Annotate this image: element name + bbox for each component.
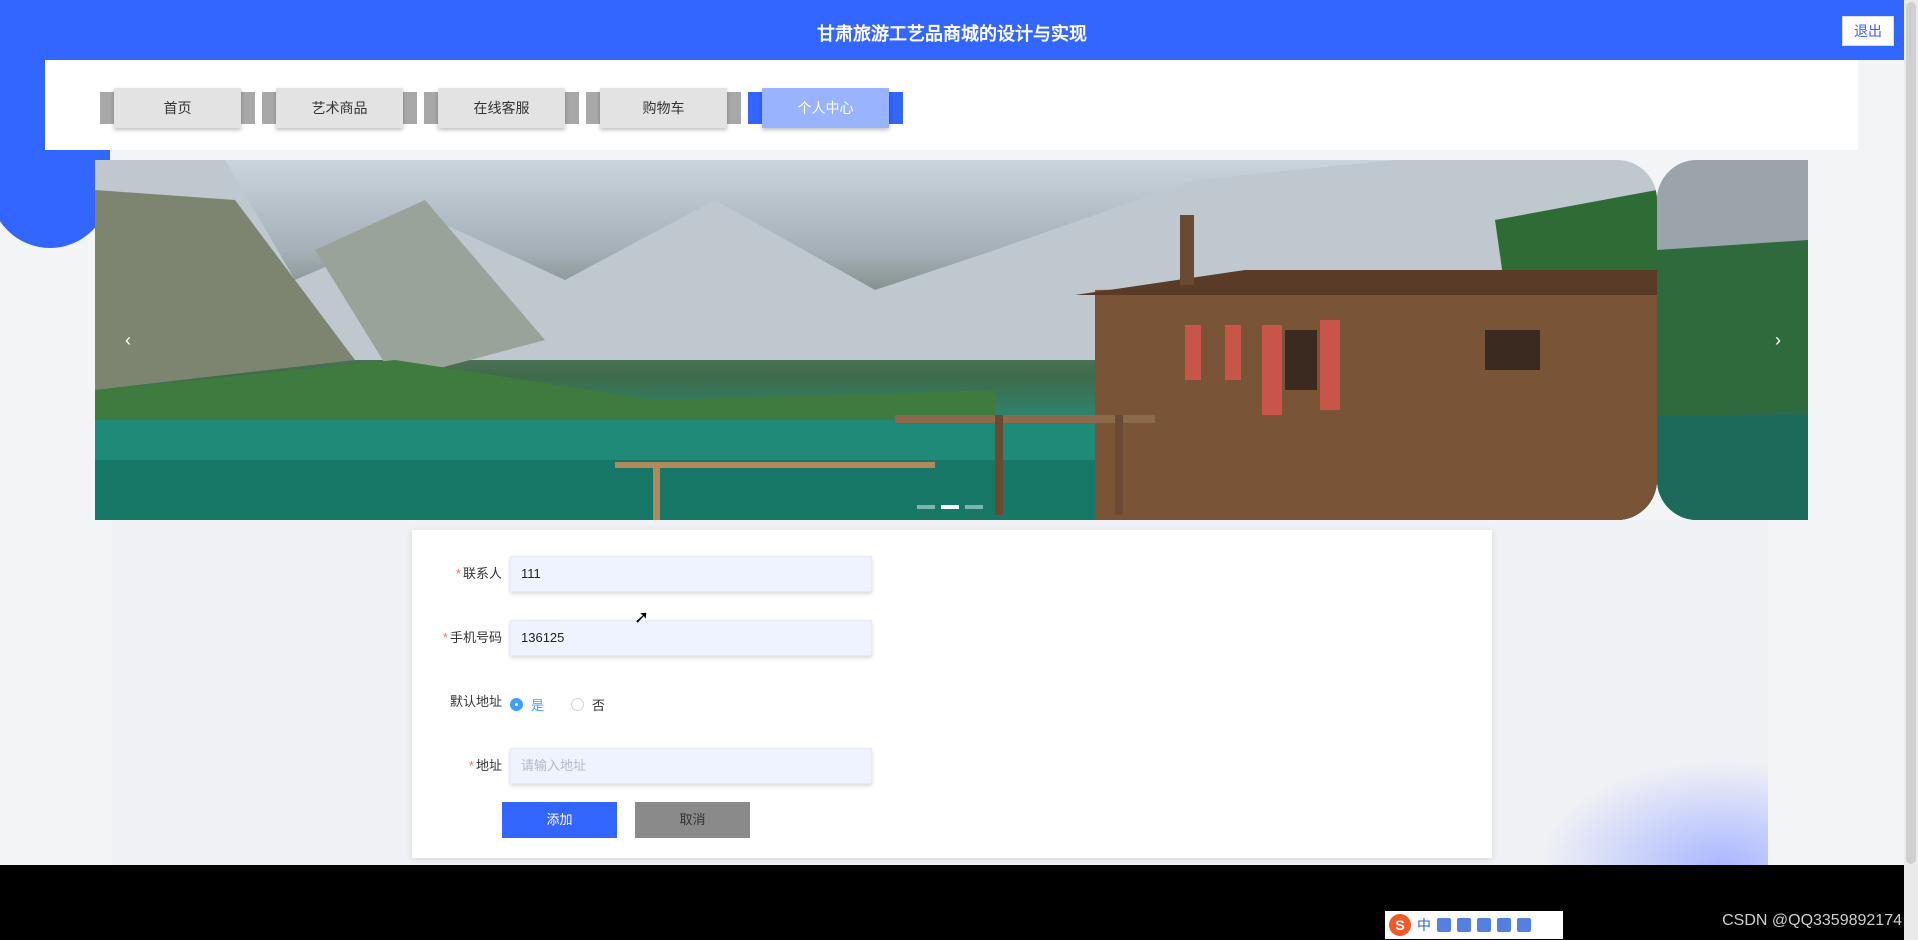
radio-no[interactable]: 否	[571, 695, 605, 714]
toolbox-icon[interactable]	[1517, 918, 1531, 932]
site-title: 甘肃旅游工艺品商城的设计与实现	[817, 24, 1087, 44]
main-nav: 首页 艺术商品 在线客服 购物车 个人中心	[45, 60, 1858, 150]
default-address-row: 默认地址 是 否	[412, 684, 1002, 720]
address-row: * 地址 请输入地址	[412, 748, 1002, 784]
address-label: 地址	[475, 758, 502, 773]
phone-input[interactable]: 136125	[510, 620, 872, 656]
decorative-glow	[1538, 760, 1768, 865]
carousel-next-icon[interactable]: ›	[1775, 330, 1781, 351]
microphone-icon[interactable]	[1457, 918, 1471, 932]
add-button[interactable]: 添加	[502, 802, 617, 838]
mouse-cursor-icon: ➚	[634, 607, 650, 627]
nav-item-label[interactable]: 购物车	[600, 88, 727, 128]
radio-unchecked-icon	[571, 698, 584, 711]
scrollbar-thumb[interactable]	[1906, 2, 1916, 864]
top-header: 甘肃旅游工艺品商城的设计与实现 退出	[0, 0, 1904, 60]
nav-item-home[interactable]: 首页	[100, 88, 255, 128]
nav-item-online-service[interactable]: 在线客服	[424, 88, 579, 128]
lake-cabin-image	[95, 160, 1657, 520]
contact-label: 联系人	[462, 566, 502, 581]
address-input[interactable]: 请输入地址	[510, 748, 872, 784]
nav-item-art-goods[interactable]: 艺术商品	[262, 88, 417, 128]
sogou-logo-icon: S	[1389, 914, 1411, 936]
punctuation-icon[interactable]	[1437, 918, 1451, 932]
banner-carousel[interactable]: ‹ ›	[95, 160, 1808, 520]
nav-item-label[interactable]: 艺术商品	[276, 88, 403, 128]
phone-label: 手机号码	[449, 630, 502, 645]
radio-yes-label: 是	[531, 698, 545, 713]
scrollbar[interactable]	[1904, 0, 1918, 940]
banner-slide-next	[1657, 160, 1808, 520]
carousel-prev-icon[interactable]: ‹	[125, 330, 131, 351]
radio-yes[interactable]: 是	[510, 695, 544, 714]
keyboard-icon[interactable]	[1477, 918, 1491, 932]
logout-button[interactable]: 退出	[1842, 16, 1894, 46]
skin-icon[interactable]	[1497, 918, 1511, 932]
nav-item-personal-center[interactable]: 个人中心	[748, 88, 903, 128]
banner-slide-lake-cabin	[95, 160, 1657, 520]
nav-item-label[interactable]: 个人中心	[762, 88, 889, 128]
carousel-indicator[interactable]	[941, 505, 959, 509]
nav-item-cart[interactable]: 购物车	[586, 88, 741, 128]
radio-checked-icon	[510, 698, 523, 711]
phone-row: * 手机号码 136125	[412, 620, 1002, 656]
next-slide-image	[1657, 160, 1808, 520]
radio-no-label: 否	[592, 698, 606, 713]
cancel-button[interactable]: 取消	[635, 802, 750, 838]
carousel-indicator[interactable]	[917, 505, 935, 509]
bottom-bar	[0, 865, 1904, 940]
carousel-indicator[interactable]	[965, 505, 983, 509]
ime-mode-label[interactable]: 中	[1417, 915, 1431, 935]
nav-item-label[interactable]: 首页	[114, 88, 241, 128]
contact-row: * 联系人 111	[412, 556, 1002, 592]
carousel-indicators	[917, 505, 983, 509]
address-form: * 联系人 111 * 手机号码 136125 默认地址 是 否 * 地址 请输入地址…	[412, 530, 1492, 858]
nav-item-label[interactable]: 在线客服	[438, 88, 565, 128]
watermark: CSDN @QQ3359892174	[1722, 912, 1902, 929]
ime-toolbar[interactable]: S 中	[1385, 911, 1563, 939]
contact-input[interactable]: 111	[510, 556, 872, 592]
default-address-label: 默认地址	[449, 694, 502, 709]
